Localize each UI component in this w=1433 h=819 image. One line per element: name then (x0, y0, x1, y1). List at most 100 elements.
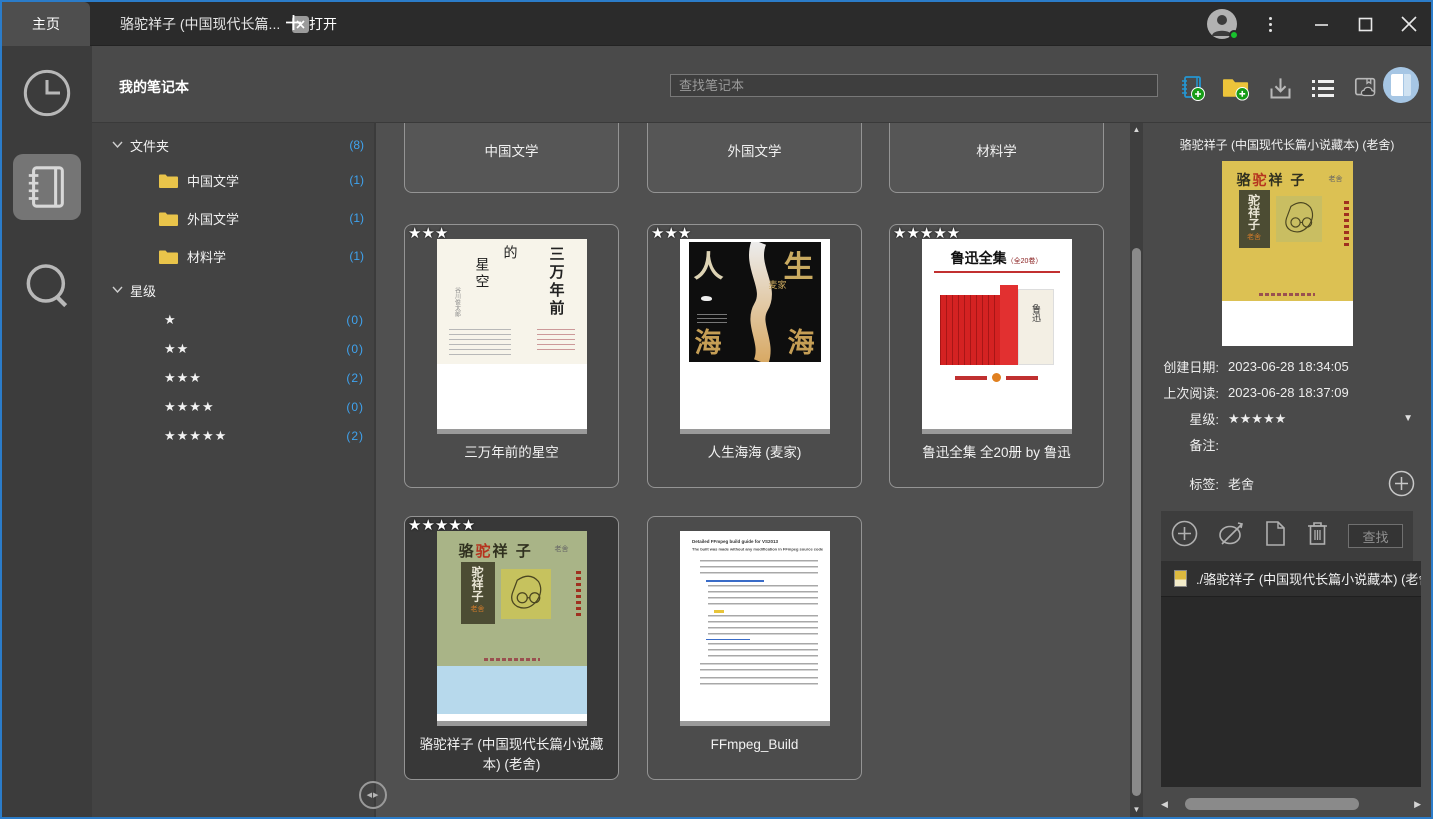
tab-document[interactable]: 骆驼祥子 (中国现代长篇... (120, 2, 309, 46)
maximize-button[interactable] (1343, 2, 1387, 46)
clear-annotations-button[interactable] (1216, 520, 1246, 552)
book-card-sanwan[interactable]: ★★★ 三万年前 的 星空 谷川俊太郎 三万年前的星空 (404, 224, 619, 488)
book-title: FFmpeg_Build (648, 735, 861, 755)
cover-publisher-text (484, 658, 540, 661)
cover-title-text: 鲁迅全集 (951, 250, 1007, 266)
folder-add-icon (1222, 74, 1250, 102)
tree-item-3-star[interactable]: ★★★ (2) (92, 363, 374, 392)
folder-card-materials-science[interactable]: 材料学 (889, 122, 1104, 193)
doc-title-text: Detailed FFmpeg build guide for VS2013 (692, 539, 818, 544)
folder-card-foreign-literature[interactable]: 外国文学 (647, 122, 862, 193)
tree-item-label: 中国文学 (187, 171, 239, 190)
list-view-button[interactable] (1309, 74, 1337, 102)
close-button[interactable] (1387, 2, 1431, 46)
cover-title-text: 三万年前 (546, 246, 567, 318)
folder-card-label: 中国文学 (485, 140, 539, 160)
tree-collapse-button[interactable]: ◀▶ (359, 781, 387, 809)
file-name: ./骆驼祥子 (中国现代长篇小说藏本) (老舍) (1196, 569, 1421, 588)
add-tag-button[interactable] (1388, 470, 1415, 497)
import-button[interactable] (1266, 74, 1294, 102)
sidebar-search-button[interactable] (18, 258, 76, 316)
document-icon (1264, 520, 1287, 547)
clock-icon (21, 67, 73, 119)
tree-item-foreign-literature[interactable]: 外国文学 (1) (92, 199, 374, 237)
tree-item-chinese-literature[interactable]: 中国文学 (1) (92, 161, 374, 199)
new-document-button[interactable] (1264, 520, 1287, 552)
cover-author-text: 麦家 (768, 278, 786, 291)
cover-art: 鲁迅全集（全20卷） 鲁迅 (922, 239, 1072, 429)
detail-cover-thumbnail: 骆驼祥 子 老舍 驼祥子 老舍 (1222, 161, 1353, 346)
detail-book-title: 骆驼祥子 (中国现代长篇小说藏本) (老舍) (1143, 136, 1431, 153)
user-avatar[interactable] (1207, 9, 1237, 39)
tab-home[interactable]: 主页 (2, 2, 90, 46)
cover-title-block: 驼祥子 老舍 (461, 562, 495, 624)
book-card-ffmpeg[interactable]: Detailed FFmpeg build guide for VS2013 T… (647, 516, 862, 780)
cover-author-text: 谷川俊太郎 (453, 287, 462, 317)
panel-toggle-icon (1391, 74, 1403, 96)
book-card-luxun[interactable]: ★★★★★ 鲁迅全集（全20卷） 鲁迅 鲁迅全集 全20册 by 鲁迅 (889, 224, 1104, 488)
titlebar: 主页 骆驼祥子 (中国现代长篇... 打开 (2, 2, 1431, 46)
file-list: ./骆驼祥子 (中国现代长篇小说藏本) (老舍) (1161, 561, 1421, 787)
left-sidebar (2, 46, 92, 817)
find-button[interactable]: 查找 (1348, 524, 1403, 548)
folder-card-chinese-literature[interactable]: 中国文学 (404, 122, 619, 193)
tree-section-folders[interactable]: 文件夹 (8) (92, 129, 374, 161)
tree-item-materials-science[interactable]: 材料学 (1) (92, 237, 374, 275)
tree-folders-label: 文件夹 (130, 136, 169, 155)
sidebar-recent-button[interactable] (20, 66, 74, 120)
chevron-down-icon (112, 286, 123, 294)
scrollbar-thumb[interactable] (1185, 798, 1359, 810)
scrollbar-thumb[interactable] (1132, 248, 1141, 796)
tree-item-label: 材料学 (187, 247, 226, 266)
tree-item-1-star[interactable]: ★ (0) (92, 305, 374, 334)
new-notebook-button[interactable] (1178, 74, 1206, 102)
tags-row: 标签: 老舍 (1157, 470, 1431, 497)
more-menu-icon[interactable] (1263, 17, 1277, 32)
file-list-item[interactable]: ./骆驼祥子 (中国现代长篇小说藏本) (老舍) (1161, 561, 1421, 597)
cover-publisher-text (1259, 293, 1315, 296)
folder-icon (158, 248, 179, 265)
book-card-rensheng[interactable]: ★★★ 人 生 海 海 麦家 人生海海 (647, 224, 862, 488)
folder-icon (158, 210, 179, 227)
add-file-button[interactable] (1171, 520, 1198, 552)
new-folder-button[interactable] (1222, 74, 1250, 102)
detail-panel: 骆驼祥子 (中国现代长篇小说藏本) (老舍) 骆驼祥 子 老舍 驼祥子 老舍 (1143, 122, 1431, 817)
doc-link-line (706, 580, 764, 582)
open-button[interactable]: 打开 (285, 2, 337, 46)
cover-title-char: 子 (516, 543, 533, 560)
tree-item-4-star[interactable]: ★★★★ (0) (92, 392, 374, 421)
rating-dropdown-icon[interactable]: ▼ (1403, 413, 1413, 424)
tree-item-2-star[interactable]: ★★ (0) (92, 334, 374, 363)
minimize-button[interactable] (1299, 2, 1343, 46)
grid-vertical-scrollbar[interactable]: ▲ ▼ (1130, 122, 1143, 817)
library-tree: 文件夹 (8) 中国文学 (1) 外国文学 (1) 材料学 (1) 星级 (92, 122, 374, 817)
tab-document-label: 骆驼祥子 (中国现代长篇... (120, 14, 280, 34)
sidebar-notebooks-button[interactable] (13, 154, 81, 220)
notes-label: 备注: (1157, 435, 1219, 454)
tree-item-5-star[interactable]: ★★★★★ (2) (92, 421, 374, 450)
cover-title-block: 驼祥子 老舍 (1239, 190, 1270, 248)
rating-stars[interactable]: ★★★★★ (1228, 411, 1286, 427)
scroll-up-arrow[interactable]: ▲ (1130, 123, 1143, 137)
sync-books-button[interactable] (1353, 74, 1381, 102)
page-shadow (437, 429, 587, 434)
book-thumbnail: 骆驼祥 子 老舍 驼祥子 老舍 (437, 531, 587, 721)
search-notebook-input[interactable] (670, 74, 1158, 97)
scroll-right-arrow[interactable]: ▶ (1414, 796, 1421, 812)
delete-file-button[interactable] (1305, 520, 1330, 552)
chevron-down-icon (112, 141, 123, 149)
book-card-luotuo[interactable]: ★★★★★ 骆驼祥 子 老舍 驼祥子 老舍 (404, 516, 619, 780)
book-thumbnail: 人 生 海 海 麦家 (680, 239, 830, 429)
cover-art: 骆驼祥 子 老舍 驼祥子 老舍 (1222, 161, 1353, 301)
created-date-value: 2023-06-28 18:34:05 (1228, 359, 1349, 374)
scroll-down-arrow[interactable]: ▼ (1130, 803, 1143, 817)
tree-section-rating[interactable]: 星级 (92, 275, 374, 305)
scroll-left-arrow[interactable]: ◀ (1161, 796, 1168, 812)
file-list-horizontal-scrollbar[interactable]: ◀ ▶ (1161, 796, 1421, 812)
cover-art: 人 生 海 海 麦家 (689, 242, 821, 362)
page-shadow (680, 429, 830, 434)
panel-toggle-button[interactable] (1383, 67, 1419, 103)
last-read-value: 2023-06-28 18:37:09 (1228, 385, 1349, 400)
plus-icon (285, 14, 302, 34)
tab-home-label: 主页 (32, 14, 60, 34)
